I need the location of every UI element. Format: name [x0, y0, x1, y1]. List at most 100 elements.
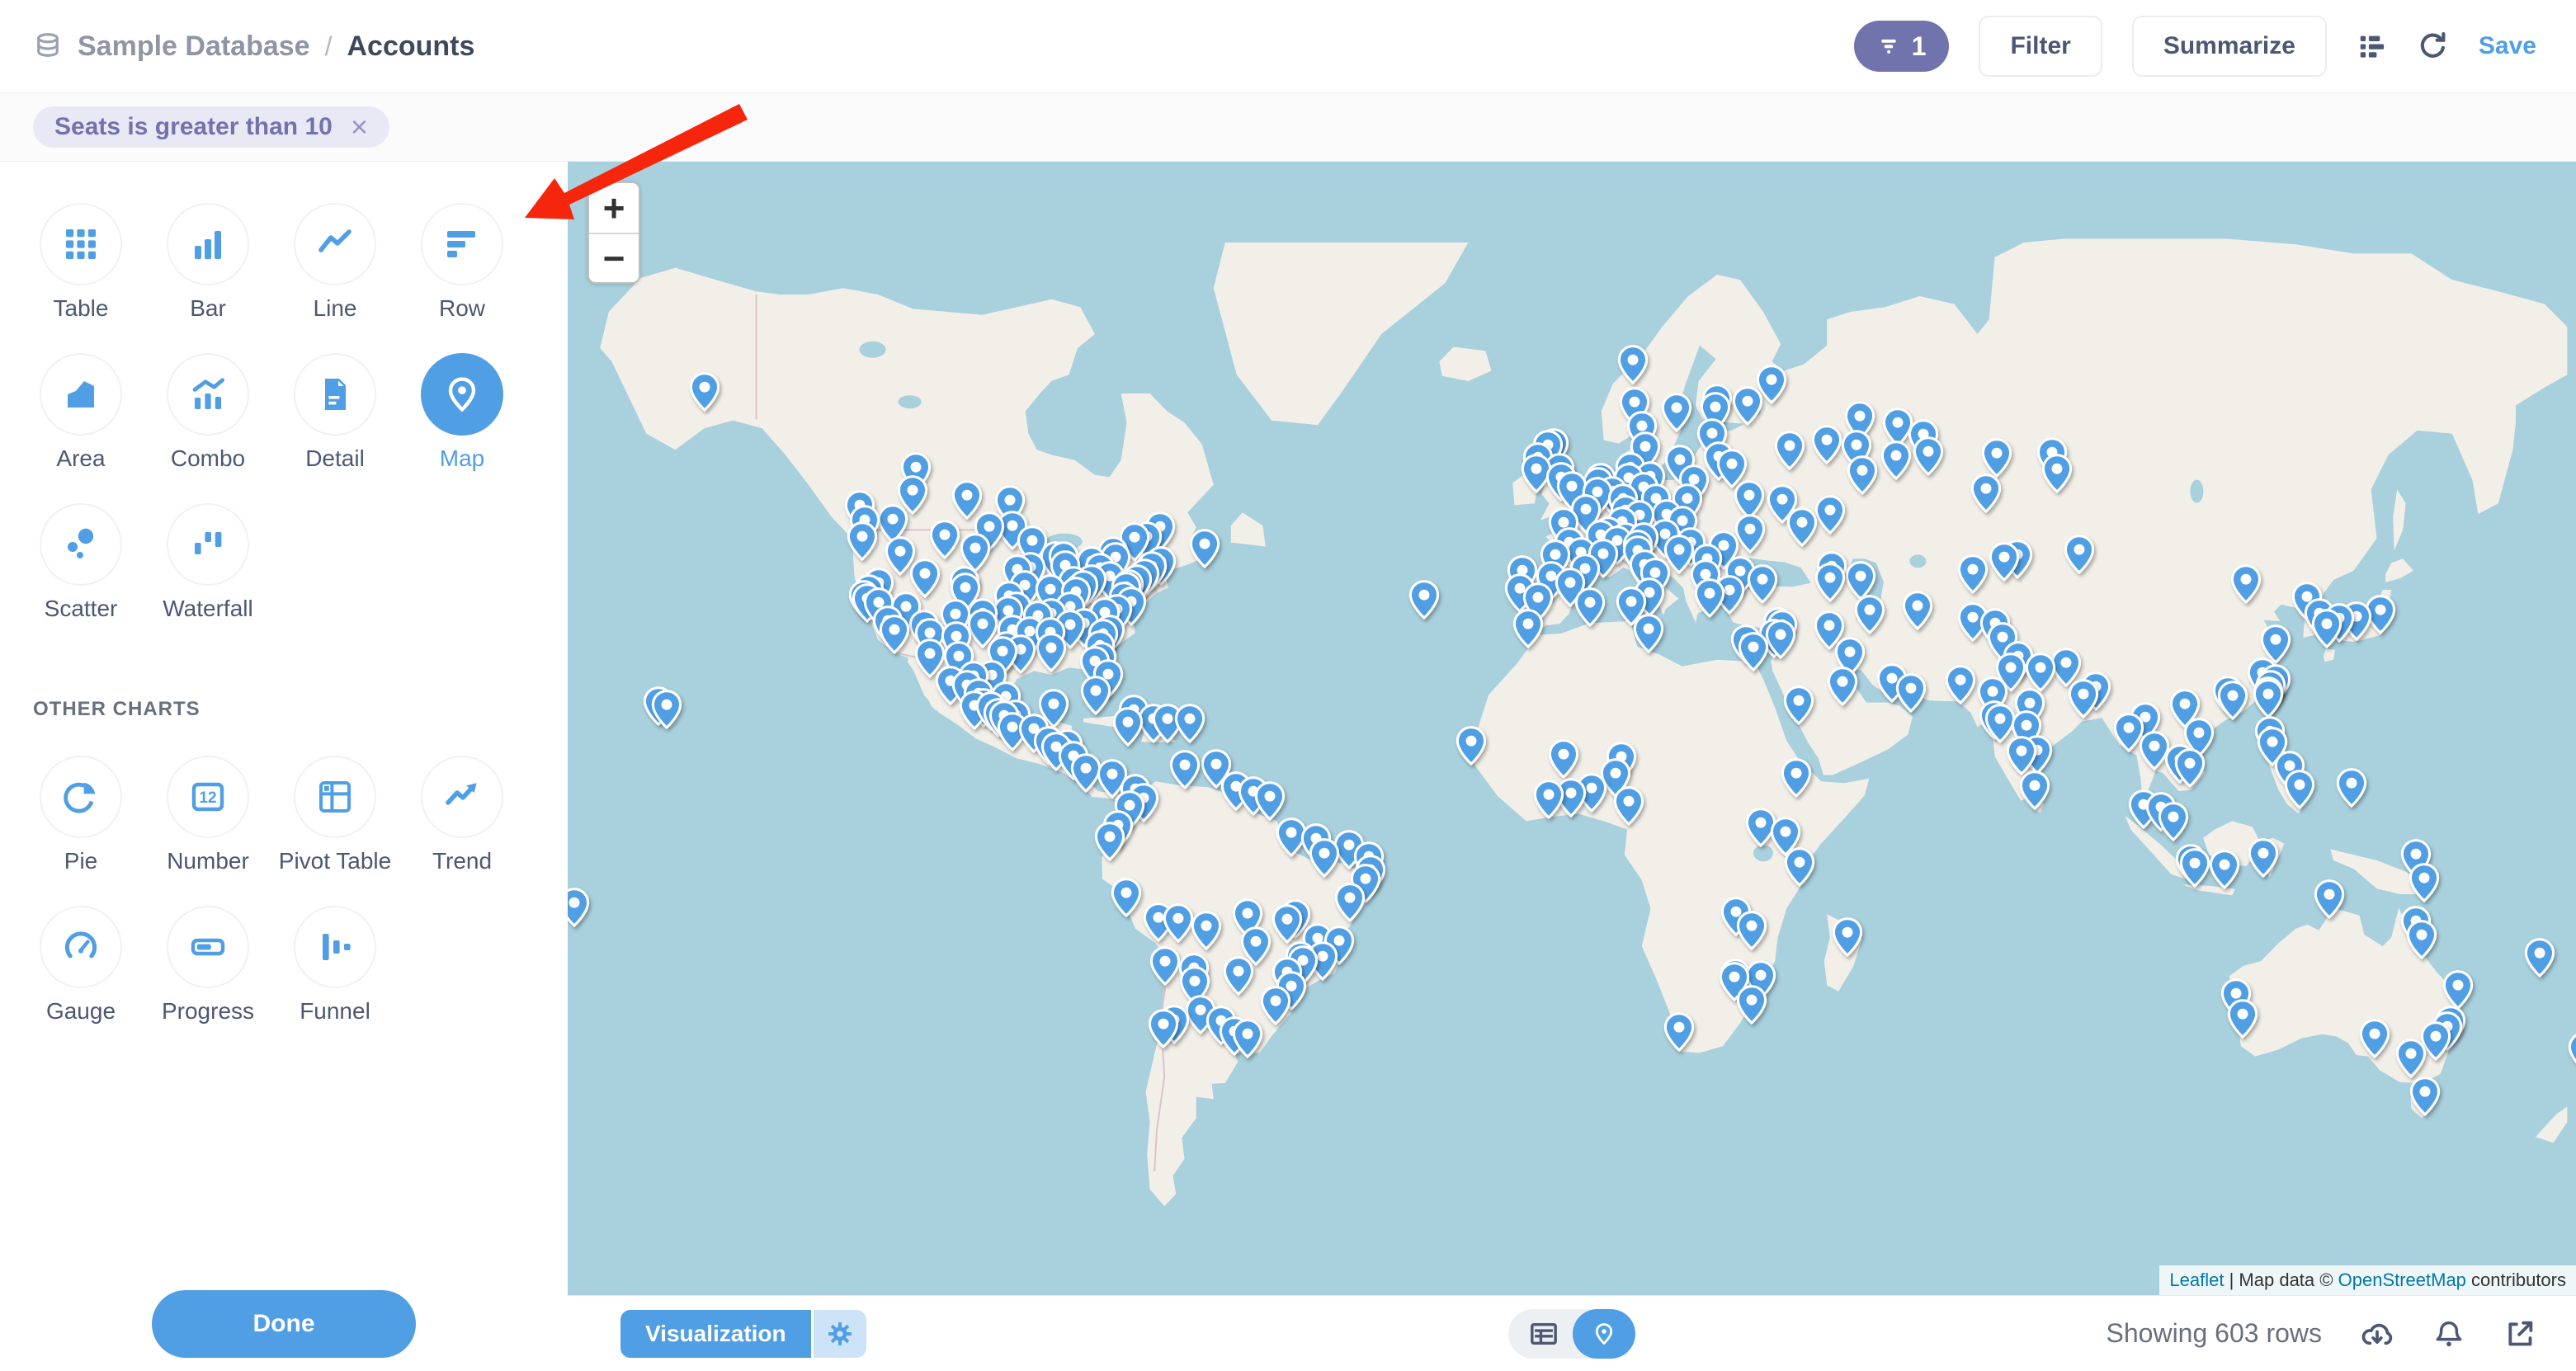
map-pin[interactable]	[1111, 877, 1142, 916]
map-pin[interactable]	[1989, 542, 2020, 582]
map-pin[interactable]	[2314, 879, 2345, 919]
map-pin[interactable]	[1663, 1012, 1695, 1052]
map-pin[interactable]	[1774, 431, 1805, 470]
map-pin[interactable]	[2524, 937, 2555, 977]
viz-type-row[interactable]: Row	[399, 203, 526, 322]
map-pin[interactable]	[1148, 1009, 1179, 1048]
map-pin[interactable]	[1169, 750, 1201, 789]
viz-type-table[interactable]: Table	[17, 203, 144, 322]
map-pin[interactable]	[1781, 758, 1812, 798]
map-pin[interactable]	[2409, 1077, 2441, 1116]
map-pin[interactable]	[1957, 554, 1989, 594]
map-pin[interactable]	[2409, 862, 2440, 902]
map-pin[interactable]	[2064, 535, 2095, 574]
refresh-icon[interactable]	[2418, 31, 2449, 62]
map-pin[interactable]	[1512, 609, 1544, 648]
map-pin[interactable]	[2041, 454, 2073, 493]
map-pin[interactable]	[2158, 802, 2189, 841]
map-pin[interactable]	[1981, 438, 2012, 478]
viz-type-line[interactable]: Line	[271, 203, 399, 322]
filter-chip-remove-icon[interactable]: ×	[351, 112, 368, 142]
map-pin[interactable]	[1738, 632, 1769, 671]
map-pin[interactable]	[847, 521, 878, 561]
map-pin[interactable]	[1895, 673, 1927, 713]
filters-badge-button[interactable]: 1	[1854, 21, 1950, 72]
map-pin[interactable]	[1913, 436, 1944, 476]
filter-button[interactable]: Filter	[1979, 16, 2102, 77]
map-pin[interactable]	[2442, 969, 2474, 1009]
map-pin[interactable]	[1902, 590, 1933, 629]
viz-type-pivot-table[interactable]: Pivot Table	[271, 756, 399, 874]
map-pin[interactable]	[1080, 676, 1111, 715]
viz-type-area[interactable]: Area	[17, 353, 144, 472]
map-pin[interactable]	[2227, 999, 2258, 1039]
map-pin[interactable]	[2336, 768, 2367, 808]
map-pin[interactable]	[1260, 986, 1291, 1025]
toggle-table-view-button[interactable]	[1530, 1320, 1558, 1348]
map-pin[interactable]	[1880, 441, 1912, 480]
viz-type-number[interactable]: 12 Number	[144, 756, 271, 874]
map-pin[interactable]	[1783, 686, 1814, 725]
map-pin[interactable]	[2248, 838, 2279, 878]
map-pin[interactable]	[1827, 667, 1858, 706]
breadcrumb-database[interactable]: Sample Database	[78, 31, 310, 63]
map-pin[interactable]	[2019, 770, 2050, 810]
notebook-icon[interactable]	[2357, 31, 2388, 62]
visualization-button[interactable]: Visualization	[620, 1310, 811, 1358]
map-canvas[interactable]: + − Leaflet | Map data © OpenStreetMap c…	[568, 162, 2576, 1295]
map-pin[interactable]	[651, 689, 682, 728]
map-pin[interactable]	[1811, 425, 1842, 464]
map-pin[interactable]	[1814, 563, 1846, 602]
viz-type-bar[interactable]: Bar	[144, 203, 271, 322]
map-pin[interactable]	[2179, 848, 2210, 888]
map-pin[interactable]	[2217, 681, 2248, 720]
map-pin[interactable]	[2174, 748, 2206, 788]
bell-icon[interactable]	[2432, 1317, 2465, 1350]
map-pin[interactable]	[1112, 706, 1144, 746]
map-pin[interactable]	[1036, 633, 1067, 672]
viz-type-detail[interactable]: Detail	[271, 353, 399, 472]
download-icon[interactable]	[2360, 1317, 2394, 1351]
zoom-out-button[interactable]: −	[589, 233, 639, 282]
map-pin[interactable]	[1694, 578, 1725, 618]
map-pin[interactable]	[2406, 920, 2437, 959]
map-pin[interactable]	[1732, 386, 1763, 426]
map-pin[interactable]	[2311, 609, 2342, 648]
map-pin[interactable]	[1271, 904, 1303, 944]
save-button[interactable]: Save	[2479, 32, 2536, 60]
map-pin[interactable]	[2230, 564, 2262, 604]
map-pin[interactable]	[1613, 786, 1644, 826]
map-pin[interactable]	[929, 520, 960, 559]
map-pin[interactable]	[2395, 1039, 2427, 1078]
leaflet-link[interactable]: Leaflet	[2169, 1270, 2224, 1290]
map-pin[interactable]	[1533, 779, 1564, 818]
map-pin[interactable]	[1548, 739, 1579, 779]
map-pin[interactable]	[1633, 614, 1664, 653]
map-pin[interactable]	[1765, 620, 1796, 659]
map-pin[interactable]	[1223, 956, 1254, 996]
map-pin[interactable]	[1970, 473, 2002, 513]
map-pin[interactable]	[879, 615, 910, 654]
map-pin[interactable]	[1254, 781, 1286, 821]
map-pin[interactable]	[2359, 1019, 2390, 1058]
map-pin[interactable]	[1191, 911, 1222, 950]
toggle-map-view-button[interactable]	[1573, 1309, 1635, 1359]
map-pin[interactable]	[2209, 850, 2240, 889]
map-pin[interactable]	[1784, 847, 1815, 887]
viz-type-trend[interactable]: Trend	[399, 756, 526, 874]
map-pin[interactable]	[1747, 564, 1778, 604]
summarize-button[interactable]: Summarize	[2132, 16, 2327, 77]
map-pin[interactable]	[1736, 985, 1767, 1025]
filter-chip[interactable]: Seats is greater than 10 ×	[33, 106, 389, 148]
zoom-in-button[interactable]: +	[589, 183, 639, 233]
map-pin[interactable]	[1945, 665, 1976, 704]
breadcrumb-table[interactable]: Accounts	[347, 31, 474, 63]
viz-type-scatter[interactable]: Scatter	[17, 503, 144, 622]
visualization-settings-button[interactable]	[814, 1310, 866, 1358]
map-pin[interactable]	[2025, 653, 2056, 692]
map-pin[interactable]	[1734, 514, 1766, 554]
map-pin[interactable]	[1309, 838, 1340, 878]
map-pin[interactable]	[1786, 507, 1818, 547]
map-pin[interactable]	[1814, 495, 1846, 535]
map-pin[interactable]	[568, 888, 590, 927]
